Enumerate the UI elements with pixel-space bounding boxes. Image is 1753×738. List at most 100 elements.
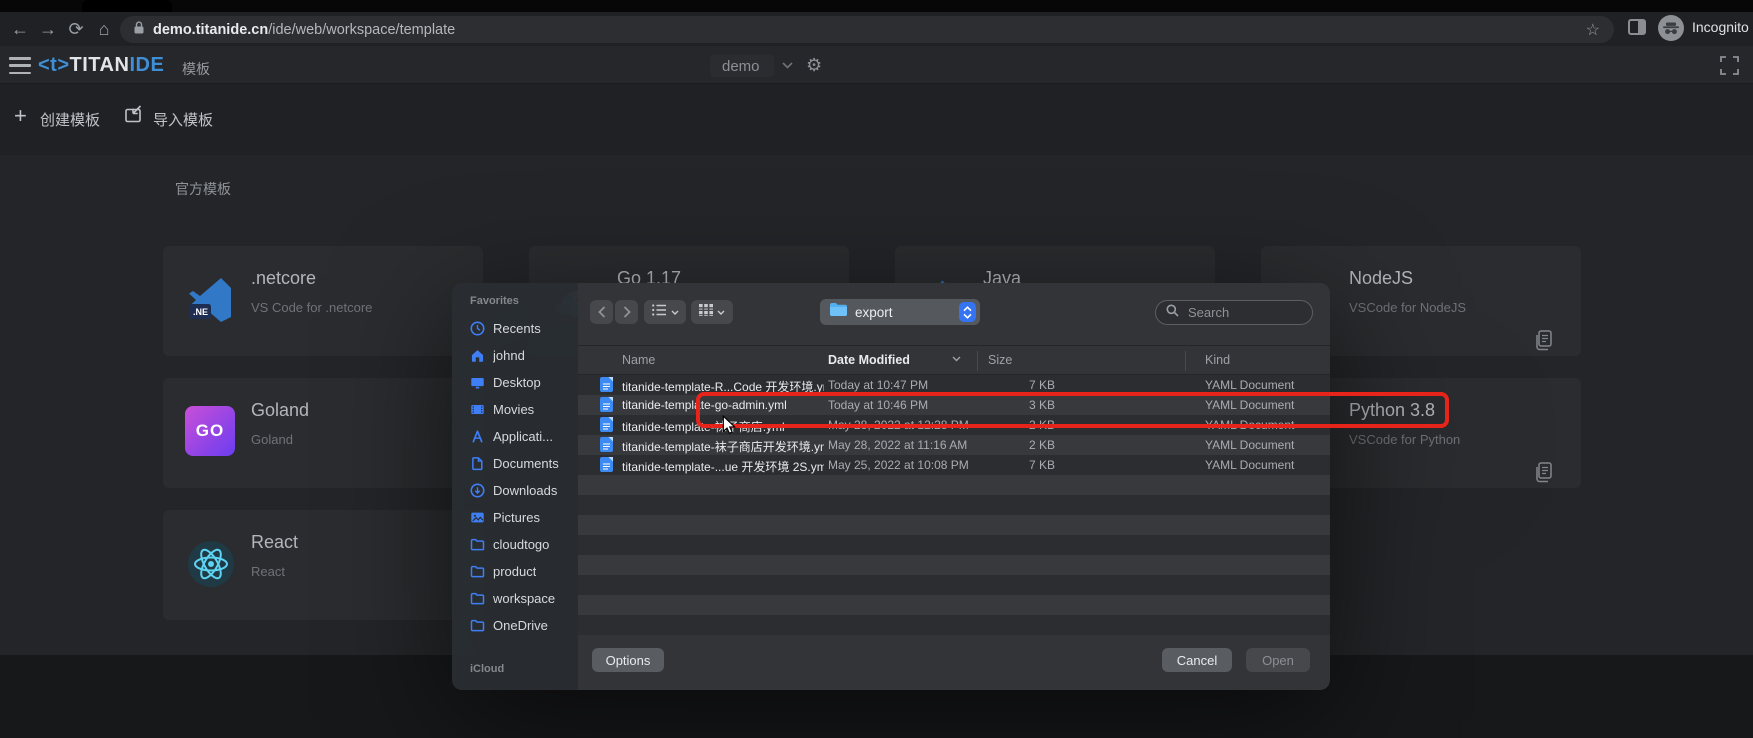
cancel-button[interactable]: Cancel [1162,648,1232,672]
template-file-icon[interactable] [1533,462,1554,488]
file-row[interactable]: titanide-template-...ue 开发环境 2S.yml May … [578,455,1330,475]
section-title: 官方模板 [175,179,231,199]
file-date: May 25, 2022 at 10:08 PM [828,458,973,472]
folder-icon [470,591,485,606]
options-button[interactable]: Options [592,648,664,672]
empty-row [578,615,1330,635]
yaml-file-icon [600,437,613,457]
file-size: 7 KB [958,458,1055,472]
favorites-header: Favorites [470,295,519,307]
card-title: NodeJS [1349,268,1413,289]
browser-tab[interactable] [82,0,172,12]
sidebar-item-recents[interactable]: Recents [452,315,578,342]
template-card-netcore[interactable]: .NE .netcore VS Code for .netcore [163,246,483,356]
yaml-file-icon [600,377,613,397]
reload-icon[interactable]: ⟳ [62,12,90,46]
list-view-button[interactable] [644,300,686,324]
column-divider[interactable] [977,351,978,371]
file-name: titanide-template-...ue 开发环境 2S.yml [622,458,824,475]
app-logo[interactable]: <t>TITANIDE [38,54,164,77]
url-text: demo.titanide.cn/ide/web/workspace/templ… [153,22,455,38]
sidebar-item-applications[interactable]: Applicati... [452,423,578,450]
column-name[interactable]: Name [622,353,655,367]
menu-icon[interactable] [9,57,31,74]
document-icon [470,456,485,471]
template-card-react[interactable]: React React [163,510,483,620]
card-title: React [251,532,298,553]
sidebar-item-workspace[interactable]: workspace [452,585,578,612]
highlight-annotation [696,392,1449,428]
grid-view-button[interactable] [691,300,733,324]
folder-icon [830,303,847,321]
import-icon[interactable] [124,105,143,129]
sidebar-item-cloudtogo[interactable]: cloudtogo [452,531,578,558]
bookmark-star-icon[interactable]: ☆ [1586,20,1600,40]
sidebar-item-movies[interactable]: Movies [452,396,578,423]
sidebar-item-pictures[interactable]: Pictures [452,504,578,531]
open-button[interactable]: Open [1246,648,1310,672]
gear-icon[interactable]: ⚙ [806,55,822,76]
search-input[interactable] [1186,304,1296,321]
card-subtitle: VSCode for Python [1349,432,1460,447]
template-file-icon[interactable] [1533,330,1554,356]
file-date: May 28, 2022 at 11:16 AM [828,438,973,452]
file-kind: YAML Document [1205,438,1294,452]
actions-bar [0,84,1753,155]
yaml-file-icon [600,457,613,477]
sidebar-item-documents[interactable]: Documents [452,450,578,477]
browser-tab-strip [0,0,1753,12]
sidebar-item-onedrive[interactable]: OneDrive [452,612,578,639]
sidebar-item-johnd[interactable]: johnd [452,342,578,369]
empty-row [578,495,1330,515]
file-size: 7 KB [958,378,1055,392]
sidebar-item-desktop[interactable]: Desktop [452,369,578,396]
chevron-down-icon[interactable] [782,62,793,69]
file-date: Today at 10:47 PM [828,378,973,392]
create-template-button[interactable]: 创建模板 [40,109,100,130]
import-template-button[interactable]: 导入模板 [153,109,213,130]
yaml-file-icon [600,397,613,417]
clock-icon [470,321,485,336]
file-row[interactable]: titanide-template-袜子商店开发环境.yml May 28, 2… [578,435,1330,455]
column-size[interactable]: Size [988,353,1012,367]
url-bar[interactable]: demo.titanide.cn/ide/web/workspace/templ… [120,16,1614,43]
logo-titan: TITAN [70,54,130,76]
column-date-modified[interactable]: Date Modified [828,353,910,367]
sidebar-item-product[interactable]: product [452,558,578,585]
dialog-forward-button[interactable] [615,300,638,324]
grid-view-icon [699,303,713,321]
column-kind[interactable]: Kind [1205,353,1230,367]
dialog-search[interactable] [1155,300,1313,325]
screen: ← → ⟳ ⌂ demo.titanide.cn/ide/web/workspa… [0,0,1753,738]
current-folder-select[interactable]: export [820,299,980,325]
list-header: Name Date Modified Size Kind [578,345,1330,375]
plus-icon[interactable]: + [14,103,27,129]
card-subtitle: VS Code for .netcore [251,300,372,315]
workspace-name[interactable]: demo [722,58,760,75]
folder-icon [470,618,485,633]
svg-text:.NE: .NE [193,307,208,317]
back-icon[interactable]: ← [6,12,34,46]
fullscreen-icon[interactable] [1720,56,1739,80]
yaml-file-icon [600,417,613,437]
url-path: /ide/web/workspace/template [268,22,455,38]
forward-icon[interactable]: → [34,12,62,46]
empty-row [578,575,1330,595]
folder-icon [470,537,485,552]
incognito-label: Incognito [1692,19,1749,35]
netcore-icon: .NE [185,274,237,326]
incognito-icon[interactable] [1658,15,1684,41]
dialog-main: export Name Date Modified Size Kind [578,283,1330,690]
dialog-back-button[interactable] [590,300,613,324]
home-icon[interactable]: ⌂ [90,12,118,46]
current-folder-name: export [855,305,959,320]
column-divider[interactable] [1185,351,1186,371]
empty-row [578,475,1330,495]
sidebar-item-downloads[interactable]: Downloads [452,477,578,504]
sort-chevron-icon[interactable] [952,356,961,362]
chevron-down-icon [671,310,679,315]
applications-icon [470,429,485,444]
list-view-icon [652,303,667,321]
side-panel-icon[interactable] [1628,19,1646,35]
template-card-goland[interactable]: GO Goland Goland [163,378,483,488]
